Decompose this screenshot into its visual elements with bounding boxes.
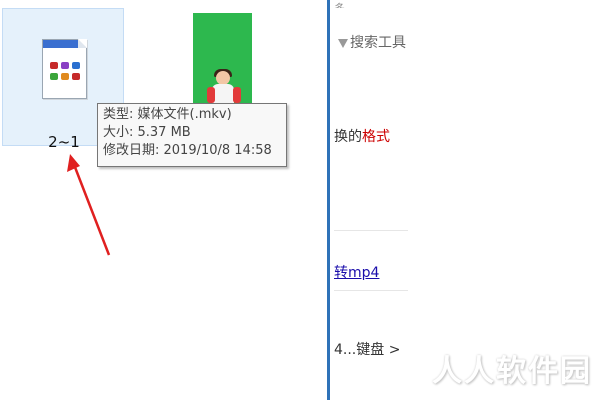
tooltip-type: 类型: 媒体文件(.mkv) — [103, 107, 232, 122]
result1-highlight: 格式 — [362, 129, 390, 145]
divider-line — [334, 230, 408, 231]
result2-link[interactable]: 转mp4 — [334, 262, 379, 282]
browser-pane: 多 搜索工具 换的格式 转mp4 4...键盘 > 人人软件园 — [334, 0, 600, 400]
tooltip-modified: 修改日期: 2019/10/8 14:58 — [103, 143, 272, 158]
search-tools-label: 搜索工具 — [350, 35, 406, 51]
result-snippet-3: 4...键盘 > — [334, 342, 401, 358]
result-snippet-1: 换的格式 — [334, 126, 390, 146]
divider-line — [334, 290, 408, 291]
result1-prefix: 换的 — [334, 129, 362, 145]
tooltip-size: 大小: 5.37 MB — [103, 125, 191, 140]
top-fragment: 多 — [334, 0, 600, 8]
file-info-tooltip: 类型: 媒体文件(.mkv) 大小: 5.37 MB 修改日期: 2019/10… — [97, 103, 287, 167]
watermark-text: 人人软件园 — [432, 354, 592, 389]
red-arrow-icon — [67, 154, 111, 256]
search-tools-button[interactable]: 搜索工具 — [338, 32, 406, 52]
window-divider — [326, 0, 334, 400]
explorer-pane: 2~1 类型: 媒体文件(.mkv) 大小: 5.37 MB 修改日期: 201… — [0, 0, 326, 400]
filter-icon — [338, 38, 348, 48]
